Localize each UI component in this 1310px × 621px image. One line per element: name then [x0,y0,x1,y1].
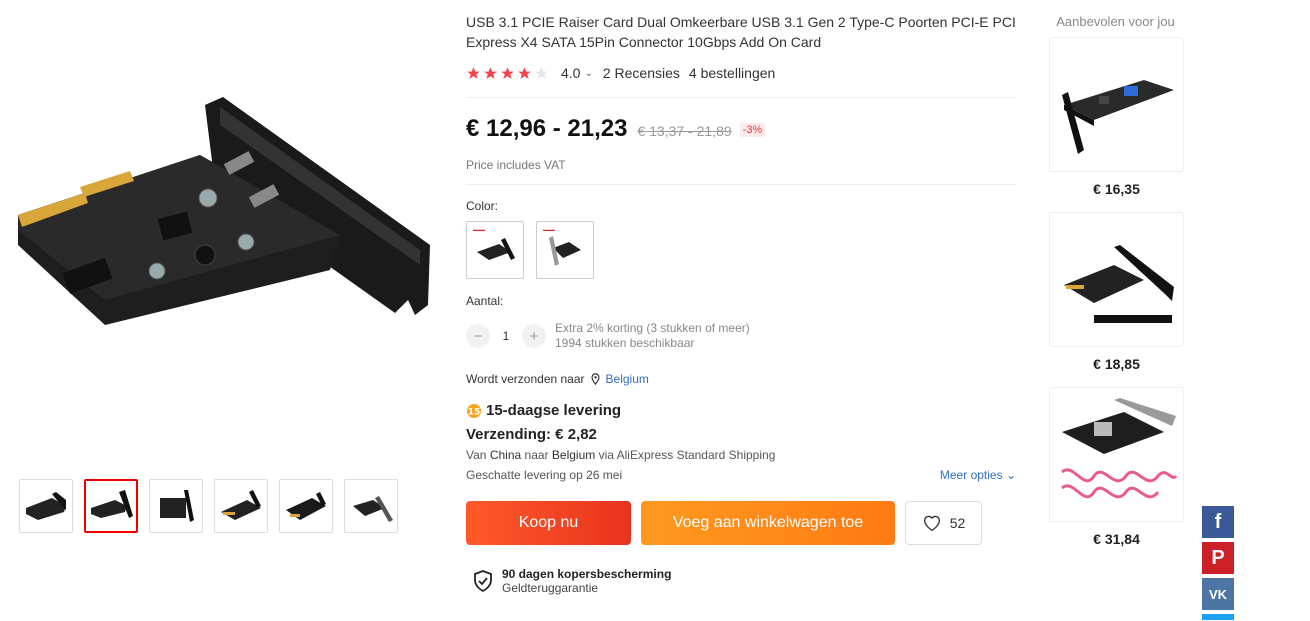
orders-count: 4 bestellingen [688,65,776,81]
quantity-stepper: − 1 + Extra 2% korting (3 stukken of mee… [466,321,1016,351]
stock-note: 1994 stukken beschikbaar [555,336,695,350]
ship-to-country[interactable]: Belgium [606,372,649,386]
recommendation-price: € 31,84 [1093,531,1140,547]
quantity-note: Extra 2% korting (3 stukken of meer) 199… [555,321,750,351]
thumbnail-5[interactable] [279,479,333,533]
quantity-label: Aantal: [466,294,504,308]
protection-title: 90 dagen kopersbescherming [502,567,672,581]
estimate-row: Geschatte levering op 26 mei Meer opties… [466,468,1016,482]
ship-to-mid: naar [524,448,549,462]
wishlist-count: 52 [949,515,966,531]
price-row: € 12,96 - 21,23 € 13,37 - 21,89 -3% [466,115,1016,145]
bulk-discount-note: Extra 2% korting (3 stukken of meer) [555,321,750,335]
recommendation-card[interactable]: € 16,35 [1049,37,1184,199]
more-options-link[interactable]: Meer opties ⌄ [940,468,1016,482]
rating-row: 4.0 ⌄ 2 Recensies 4 bestellingen [466,63,1016,83]
shield-check-icon [474,570,492,593]
star-icon [518,66,531,79]
color-option-1[interactable]: ▬▬▬ [466,221,524,279]
color-swatches: ▬▬▬ ▬▬▬ [466,221,1016,279]
estimate-date: 26 mei [586,468,623,482]
thumbnail-3[interactable] [149,479,203,533]
ship-to-label: Wordt verzonden naar [466,372,585,386]
svg-text:15: 15 [468,407,481,417]
divider [466,97,1016,98]
protection-subtitle: Geldteruggarantie [502,581,599,595]
facebook-icon[interactable]: f [1202,506,1234,538]
recommendation-card[interactable]: € 18,85 [1049,212,1184,374]
recommendation-image[interactable] [1049,37,1184,172]
divider [466,184,1016,185]
delivery-title-row: 15 15-daagse levering [466,402,1016,419]
product-info: USB 3.1 PCIE Raiser Card Dual Omkeerbare… [466,12,1016,595]
add-to-cart-button[interactable]: Voeg aan winkelwagen toe [641,501,895,545]
heart-icon [923,515,940,532]
ship-via: via AliExpress Standard Shipping [598,448,776,462]
delivery-estimate: Geschatte levering op 26 mei [466,468,622,482]
color-option-2[interactable]: ▬▬▬ [536,221,594,279]
quantity-value[interactable]: 1 [490,329,522,343]
buy-now-button[interactable]: Koop nu [466,501,631,545]
minus-icon[interactable]: − [466,324,490,348]
pinterest-icon[interactable]: P [1202,542,1234,574]
reviews-link[interactable]: 2 Recensies [603,65,680,81]
social-share-bar: f P VK [1202,506,1234,620]
chevron-down-icon[interactable]: ⌄ [584,68,592,79]
star-rating[interactable] [466,66,549,81]
color-label: Color: [466,199,499,213]
ship-to: Belgium [551,448,596,462]
thumbnail-6[interactable] [344,479,398,533]
chevron-down-icon: ⌄ [1005,468,1016,482]
discount-badge: -3% [739,123,766,137]
recommendation-card[interactable]: € 31,84 [1049,387,1184,549]
shipping-detail: Van China naar Belgium via AliExpress St… [466,448,1016,462]
buyer-protection: 90 dagen kopersbescherming Geldteruggara… [472,567,1016,595]
star-icon [484,66,497,79]
more-options-label: Meer opties [939,468,1003,482]
thumbnail-4[interactable] [214,479,268,533]
recommendations-panel: Aanbevolen voor jou € 16,35 € 18,85 € 31… [1049,14,1184,549]
thumbnail-strip [19,479,398,533]
main-product-image[interactable] [10,95,430,355]
rating-score[interactable]: 4.0 [561,65,580,81]
wishlist-button[interactable]: 52 [905,501,982,545]
star-icon [501,66,514,79]
thumbnail-2[interactable] [84,479,138,533]
recommendation-image[interactable] [1049,387,1184,522]
location-pin-icon [590,373,600,385]
recommendation-price: € 16,35 [1093,181,1140,197]
recommendation-price: € 18,85 [1093,356,1140,372]
action-buttons: Koop nu Voeg aan winkelwagen toe 52 [466,501,1016,545]
old-price: € 13,37 - 21,89 [637,123,732,139]
recommendation-image[interactable] [1049,212,1184,347]
ship-from-prefix: Van [466,448,487,462]
product-title: USB 3.1 PCIE Raiser Card Dual Omkeerbare… [466,14,1016,50]
shipping-cost: Verzending: € 2,82 [466,426,597,443]
twitter-icon[interactable] [1202,614,1234,620]
estimate-prefix: Geschatte levering op [466,468,583,482]
vk-icon[interactable]: VK [1202,578,1234,610]
vat-note: Price includes VAT [466,158,566,172]
delivery-badge-icon: 15 [467,403,481,418]
plus-icon[interactable]: + [522,324,546,348]
ship-from: China [489,448,522,462]
ship-to-row: Wordt verzonden naar Belgium [466,372,1016,386]
thumbnail-1[interactable] [19,479,73,533]
star-icon [467,66,480,79]
recommendations-title: Aanbevolen voor jou [1056,14,1175,29]
delivery-title: 15-daagse levering [486,402,622,419]
price: € 12,96 - 21,23 [466,115,628,142]
star-empty-icon [535,66,548,79]
